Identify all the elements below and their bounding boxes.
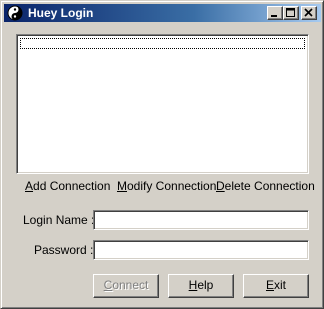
delete-connection-label: elete Connection (224, 179, 315, 193)
help-label: elp (197, 278, 214, 292)
login-name-label: Login Name : (23, 213, 95, 227)
connect-hotkey: C (103, 278, 113, 292)
password-label: Password : (34, 243, 94, 257)
exit-hotkey: E (265, 278, 274, 292)
exit-label: xit (274, 278, 286, 292)
exit-button[interactable]: Exit (243, 274, 309, 298)
title-bar[interactable]: Huey Login (4, 4, 321, 22)
add-connection-label: dd Connection (33, 179, 111, 193)
add-connection-hotkey: A (25, 179, 34, 193)
list-focus-row[interactable] (20, 38, 305, 49)
delete-connection-hotkey: D (216, 179, 225, 193)
window-title: Huey Login (28, 6, 94, 20)
modify-connection-link[interactable]: Modify Connection (117, 179, 216, 193)
modify-connection-label: odify Connection (127, 179, 217, 193)
app-icon[interactable] (7, 5, 23, 21)
minimize-button[interactable] (267, 6, 283, 20)
help-button[interactable]: Help (168, 274, 234, 298)
login-window: Huey Login Add Connection Modify Connect… (0, 0, 324, 309)
close-button[interactable] (301, 6, 317, 20)
minimize-icon (271, 15, 277, 17)
password-input[interactable] (93, 240, 309, 260)
connect-button[interactable]: Connect (93, 274, 159, 298)
maximize-icon (286, 8, 295, 17)
maximize-button[interactable] (283, 6, 299, 20)
login-name-input[interactable] (93, 210, 309, 230)
close-icon (304, 8, 313, 17)
modify-connection-hotkey: M (117, 179, 127, 193)
delete-connection-link[interactable]: Delete Connection (216, 179, 315, 193)
add-connection-link[interactable]: Add Connection (25, 179, 110, 193)
connection-list[interactable] (16, 34, 309, 174)
connect-label: onnect (112, 278, 149, 292)
